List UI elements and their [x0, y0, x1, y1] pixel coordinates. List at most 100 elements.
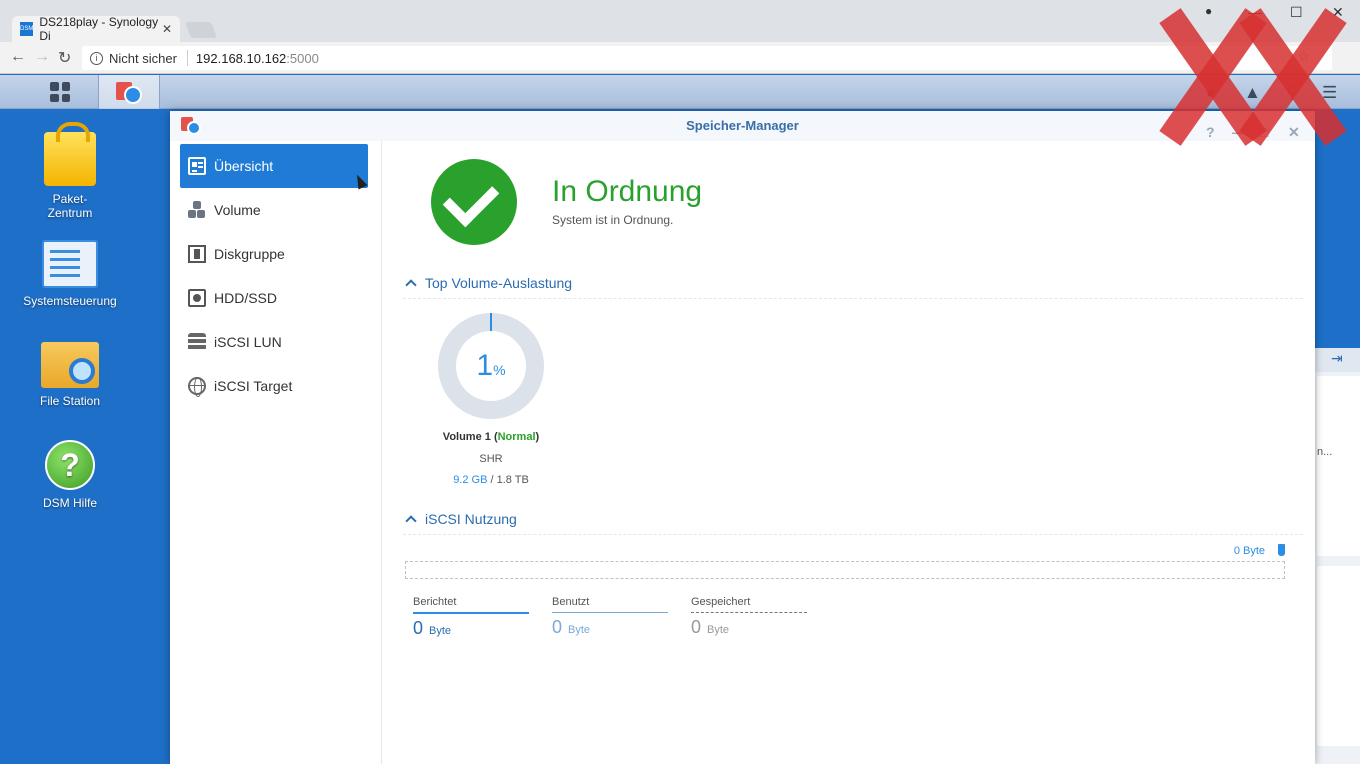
- sidebar-item-overview[interactable]: Übersicht: [180, 144, 368, 188]
- iscsi-marker-icon: [1278, 544, 1285, 556]
- sidebar-item-hdd-ssd[interactable]: HDD/SSD: [180, 276, 368, 320]
- iscsi-usage-bar: [405, 561, 1285, 579]
- window-close-button[interactable]: ✕: [1332, 4, 1344, 21]
- sidebar-item-label: HDD/SSD: [214, 290, 278, 306]
- sidebar-item-iscsi-target[interactable]: iSCSI Target: [180, 364, 368, 408]
- stat-value: 0 Byte: [413, 618, 452, 638]
- profile-icon[interactable]: ●: [1205, 4, 1212, 18]
- info-icon[interactable]: i: [90, 51, 103, 65]
- browser-tab[interactable]: DSM DS218play - Synology Di ✕: [12, 15, 180, 43]
- user-icon[interactable]: ▲: [1244, 83, 1261, 103]
- background-panel: n...: [1317, 376, 1360, 556]
- collapse-icon: ⇥: [1331, 350, 1343, 366]
- volume-state: Normal: [497, 431, 536, 443]
- address-bar[interactable]: i Nicht sicher 192.168.10.162 :5000: [82, 46, 1332, 70]
- hdd-icon: [188, 289, 206, 307]
- taskbar-storage-manager[interactable]: [98, 75, 160, 109]
- iscsi-bar-label: 0 Byte: [1233, 545, 1265, 557]
- notifications-icon[interactable]: ●: [1206, 83, 1216, 103]
- window-maximize-button[interactable]: ☐: [1290, 4, 1303, 21]
- browser-toolbar: ← → ↻ i Nicht sicher 192.168.10.162 :500…: [0, 42, 1360, 74]
- volume-usage-donut: 1%: [438, 313, 544, 419]
- status-ok-check-icon: [431, 159, 517, 245]
- stat-label: Berichtet: [413, 596, 529, 614]
- desktop-icon-control-panel[interactable]: Systemsteuerung: [20, 240, 120, 308]
- tab-title: DS218play - Synology Di: [39, 15, 159, 43]
- stat-value: 0 Byte: [552, 617, 591, 637]
- iscsi-stat-reported: Berichtet 0 Byte: [413, 596, 529, 639]
- main-menu-button[interactable]: [20, 75, 100, 109]
- file-station-icon: [41, 342, 99, 388]
- volume-used: 9.2 GB: [453, 474, 488, 486]
- insecure-label: Nicht sicher: [109, 50, 177, 66]
- overview-icon: [188, 157, 206, 175]
- control-panel-icon: [42, 240, 98, 288]
- new-tab-button[interactable]: [185, 22, 217, 38]
- dsm-favicon-icon: DSM: [20, 22, 34, 36]
- window-title: Speicher-Manager: [686, 118, 799, 133]
- window-titlebar[interactable]: Speicher-Manager ? — □ ✕: [170, 111, 1315, 141]
- desktop-icon-label: DSM Hilfe: [42, 496, 97, 510]
- background-panel: [1317, 566, 1360, 746]
- desktop-icon-package-center[interactable]: Paket- Zentrum: [20, 122, 120, 220]
- section-title: iSCSI Nutzung: [425, 511, 517, 527]
- status-title: In Ordnung: [552, 175, 703, 208]
- back-icon[interactable]: ←: [10, 48, 26, 66]
- usage-percent: 1%: [476, 349, 506, 382]
- sidebar-item-iscsi-lun[interactable]: iSCSI LUN: [180, 320, 368, 364]
- status-subtitle: System ist in Ordnung.: [552, 213, 674, 227]
- sidebar-item-label: Übersicht: [214, 158, 274, 174]
- help-icon: ?: [45, 440, 95, 490]
- storage-manager-icon: [116, 80, 142, 104]
- dsm-taskbar: ● ▲ ⚲ ☰: [0, 75, 1360, 109]
- omnibox-divider: [186, 50, 188, 66]
- sidebar-item-volume[interactable]: Volume: [180, 188, 368, 232]
- iscsi-usage-section-header[interactable]: iSCSI Nutzung: [403, 511, 1303, 535]
- iscsi-stat-used: Benutzt 0 Byte: [552, 596, 668, 638]
- desktop-icon-label: Systemsteuerung: [23, 294, 117, 308]
- chevron-up-icon: [405, 279, 417, 291]
- sidebar-item-label: iSCSI Target: [214, 378, 293, 394]
- storage-manager-icon: [181, 117, 201, 135]
- chevron-up-icon: [405, 515, 417, 527]
- stat-label: Gespeichert: [691, 596, 807, 613]
- widgets-icon[interactable]: ☰: [1322, 83, 1337, 103]
- volume-name[interactable]: Volume 1 (Normal): [408, 431, 574, 443]
- search-icon[interactable]: ⚲: [1286, 83, 1298, 103]
- volume-raid-type: SHR: [479, 453, 503, 465]
- storage-manager-window: Speicher-Manager ? — □ ✕ Übersicht Volum…: [170, 111, 1315, 764]
- overview-content: In Ordnung System ist in Ordnung. Top Vo…: [383, 141, 1315, 764]
- section-title: Top Volume-Auslastung: [425, 275, 573, 291]
- forward-icon[interactable]: →: [34, 48, 50, 66]
- volume-usage-section-header[interactable]: Top Volume-Auslastung: [403, 275, 1303, 299]
- url-port: :5000: [286, 50, 319, 66]
- url-host: 192.168.10.162: [195, 50, 287, 66]
- lun-icon: [188, 333, 206, 351]
- bookmark-star-icon[interactable]: ☆: [1297, 48, 1310, 65]
- sidebar: Übersicht Volume Diskgruppe HDD/SSD iSCS…: [170, 141, 382, 764]
- sidebar-item-label: iSCSI LUN: [214, 334, 282, 350]
- desktop-icon-label: Paket- Zentrum: [47, 192, 93, 220]
- desktop-icon-file-station[interactable]: File Station: [20, 342, 120, 408]
- sidebar-item-diskgroup[interactable]: Diskgruppe: [180, 232, 368, 276]
- volume-total: / 1.8 TB: [487, 474, 529, 486]
- volume-capacity: 9.2 GB / 1.8 TB: [408, 474, 574, 486]
- sidebar-item-label: Volume: [214, 202, 261, 218]
- desktop-icon-dsm-help[interactable]: ? DSM Hilfe: [20, 440, 120, 510]
- volume-icon: [188, 201, 206, 219]
- tab-close-icon[interactable]: ✕: [162, 22, 172, 36]
- iscsi-stat-saved: Gespeichert 0 Byte: [691, 596, 807, 638]
- desktop-icon-label: File Station: [39, 394, 101, 408]
- package-center-icon: [44, 122, 96, 186]
- usage-arc: [490, 313, 492, 331]
- background-window[interactable]: ⇥ n...: [1315, 348, 1360, 764]
- window-minimize-button[interactable]: —: [1248, 4, 1262, 20]
- target-icon: [188, 377, 206, 397]
- stat-label: Benutzt: [552, 596, 668, 613]
- browser-tabbar: DSM DS218play - Synology Di ✕ ● — ☐ ✕: [0, 0, 1360, 43]
- background-window-header: ⇥: [1315, 348, 1360, 372]
- main-menu-icon: [50, 82, 70, 102]
- truncated-text: n...: [1317, 446, 1333, 458]
- reload-icon[interactable]: ↻: [58, 48, 71, 68]
- stat-value: 0 Byte: [691, 617, 730, 637]
